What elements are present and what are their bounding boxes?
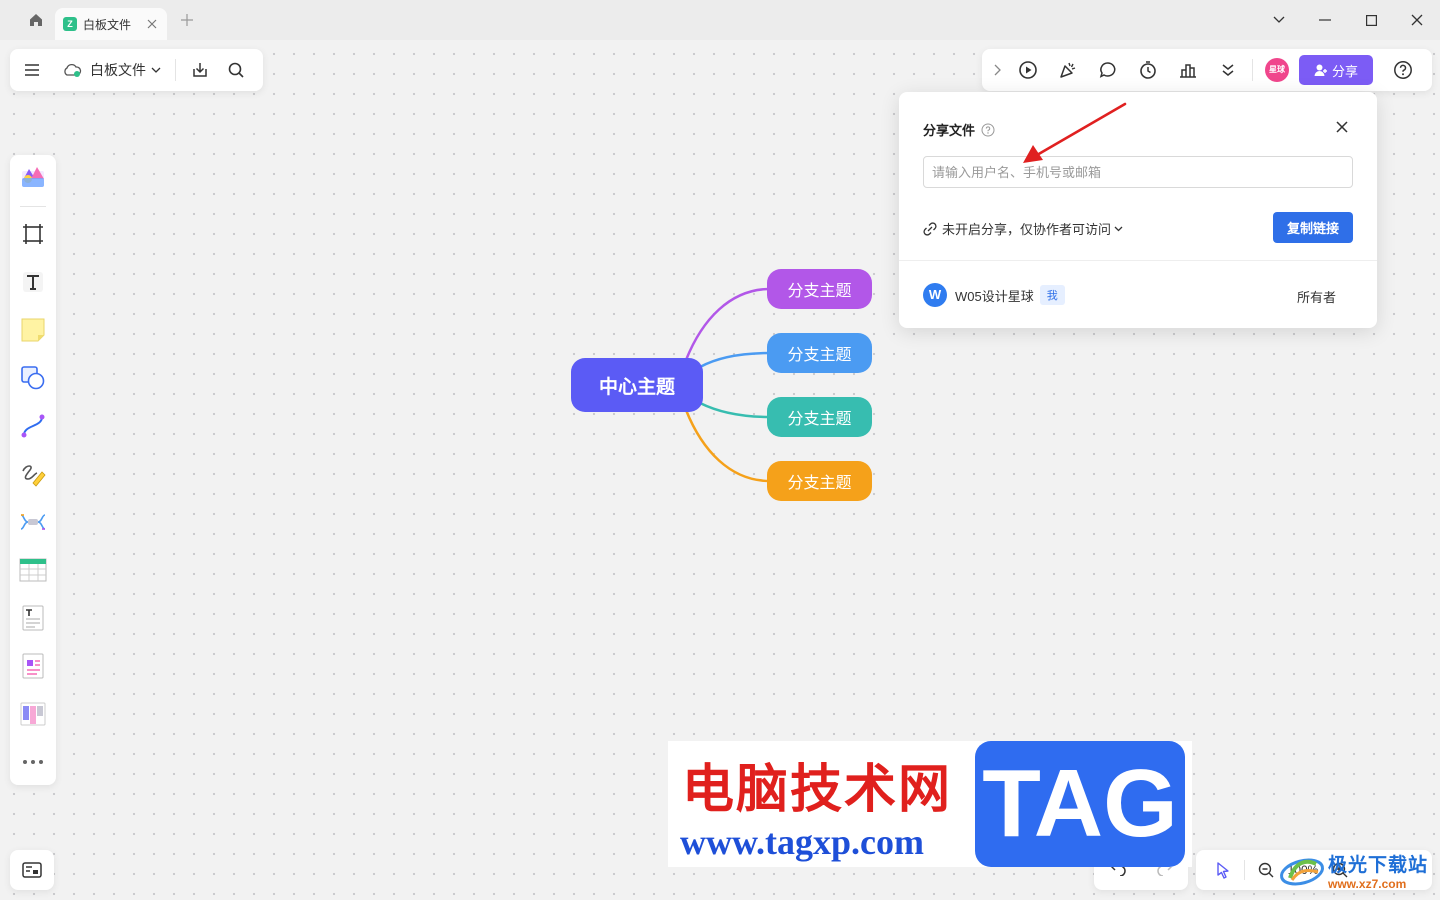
mindmap-branch-topic[interactable]: 分支主题 (767, 461, 872, 501)
watermark-url: www.tagxp.com (680, 822, 924, 862)
watermark-site2-url: www.xz7.com (1328, 876, 1407, 891)
watermark-site2: 极光下载站 www.xz7.com (1278, 846, 1436, 894)
watermark-tag-logo: TAG (975, 741, 1185, 867)
divider (1244, 860, 1245, 880)
watermark-banner: 电脑技术网 www.tagxp.com TAG (668, 741, 1192, 867)
aurora-logo-icon (1280, 858, 1324, 886)
select-pointer-icon[interactable] (1206, 850, 1240, 890)
mindmap-branch-topic[interactable]: 分支主题 (767, 397, 872, 437)
mindmap-center-topic[interactable]: 中心主题 (571, 358, 703, 412)
mindmap-branch-topic[interactable]: 分支主题 (767, 269, 872, 309)
watermark-title: 电脑技术网 (682, 759, 953, 820)
watermark-site2-title: 极光下载站 (1328, 854, 1429, 876)
mindmap-branch-topic[interactable]: 分支主题 (767, 333, 872, 373)
